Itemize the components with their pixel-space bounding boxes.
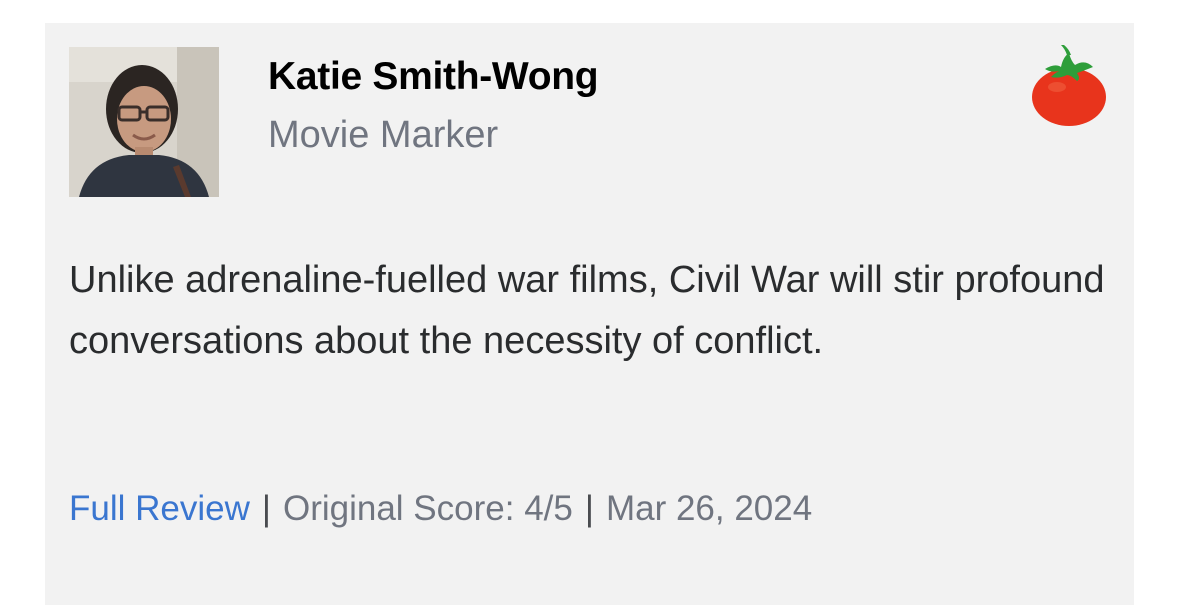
footer-separator: | [261,489,271,528]
publication-name[interactable]: Movie Marker [268,114,498,157]
original-score: Original Score: 4/5 [282,489,573,528]
critic-name[interactable]: Katie Smith-Wong [268,55,599,99]
review-date: Mar 26, 2024 [605,489,813,528]
review-footer: Full Review | Original Score: 4/5 | Mar 26, … [69,489,812,529]
footer-separator: | [584,489,594,528]
critic-avatar[interactable] [69,47,219,197]
review-card: Katie Smith-Wong Movie Marker Unlike adr… [45,23,1134,605]
review-quote: Unlike adrenaline-fuelled war films, Civ… [69,259,1105,362]
full-review-link[interactable]: Full Review [69,489,250,528]
fresh-tomato-icon [1031,45,1111,127]
